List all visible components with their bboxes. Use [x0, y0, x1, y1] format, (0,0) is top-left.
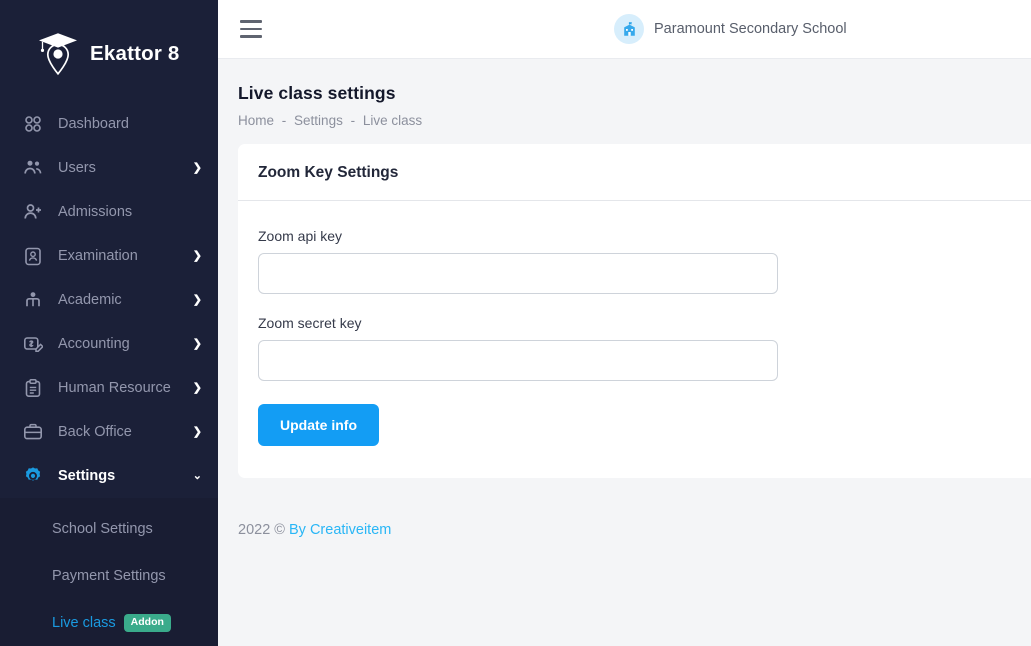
- sidebar-item-academic[interactable]: Academic ❯: [0, 278, 218, 322]
- submenu-item-label: Payment Settings: [52, 568, 166, 584]
- chevron-right-icon: ❯: [192, 293, 202, 306]
- user-plus-icon: [22, 201, 44, 223]
- submenu-item-label: School Settings: [52, 521, 153, 537]
- sidebar-item-label: Human Resource: [58, 380, 171, 396]
- submenu-item-label: Live class: [52, 615, 116, 631]
- users-icon: [22, 157, 44, 179]
- breadcrumb-separator: -: [281, 113, 287, 128]
- sidebar: Ekattor 8 Dashboard Users ❯ Admissions E…: [0, 0, 218, 646]
- page-title: Live class settings: [238, 83, 396, 103]
- chevron-right-icon: ❯: [192, 425, 202, 438]
- hamburger-bar: [240, 35, 262, 38]
- sidebar-item-settings[interactable]: Settings ⌄: [0, 454, 218, 498]
- card-title: Zoom Key Settings: [258, 164, 399, 181]
- sidebar-item-accounting[interactable]: Accounting ❯: [0, 322, 218, 366]
- sidebar-item-label: Back Office: [58, 424, 132, 440]
- sidebar-item-label: Users: [58, 160, 96, 176]
- hamburger-bar: [240, 20, 262, 23]
- breadcrumb-item-home[interactable]: Home: [238, 113, 274, 128]
- money-edit-icon: [22, 333, 44, 355]
- sidebar-item-label: Accounting: [58, 336, 130, 352]
- breadcrumb-item-live-class[interactable]: Live class: [363, 113, 422, 128]
- id-card-icon: [22, 245, 44, 267]
- zoom-secret-key-input[interactable]: [258, 340, 778, 381]
- zoom-api-key-input[interactable]: [258, 253, 778, 294]
- footer: 2022 © By Creativeitem: [218, 478, 1031, 538]
- update-info-button[interactable]: Update info: [258, 404, 379, 446]
- submenu-item-school-settings[interactable]: School Settings: [0, 506, 218, 553]
- sidebar-item-dashboard[interactable]: Dashboard: [0, 102, 218, 146]
- chevron-right-icon: ❯: [192, 249, 202, 262]
- zoom-key-settings-card: Zoom Key Settings Zoom api key Zoom secr…: [238, 144, 1031, 478]
- sidebar-item-label: Academic: [58, 292, 122, 308]
- breadcrumb-item-settings[interactable]: Settings: [294, 113, 343, 128]
- zoom-api-key-label: Zoom api key: [258, 228, 343, 244]
- settings-submenu: School Settings Payment Settings Live cl…: [0, 498, 218, 646]
- sidebar-item-label: Dashboard: [58, 116, 129, 132]
- addon-badge: Addon: [123, 614, 171, 632]
- submenu-item-live-class[interactable]: Live class Addon: [0, 600, 218, 646]
- sidebar-item-users[interactable]: Users ❯: [0, 146, 218, 190]
- sidebar-item-human-resource[interactable]: Human Resource ❯: [0, 366, 218, 410]
- hamburger-icon[interactable]: [240, 20, 262, 38]
- card-header: Zoom Key Settings: [238, 144, 1031, 201]
- chevron-down-icon: ⌄: [192, 469, 202, 482]
- chevron-right-icon: ❯: [192, 337, 202, 350]
- sidebar-item-back-office[interactable]: Back Office ❯: [0, 410, 218, 454]
- clipboard-icon: [22, 377, 44, 399]
- page-header: Live class settings Home - Settings - Li…: [218, 59, 1031, 144]
- sidebar-item-label: Settings: [58, 468, 116, 484]
- sidebar-item-label: Admissions: [58, 204, 133, 220]
- chevron-right-icon: ❯: [192, 381, 202, 394]
- gear-icon: [22, 465, 44, 487]
- sidebar-item-examination[interactable]: Examination ❯: [0, 234, 218, 278]
- hamburger-bar: [240, 27, 262, 31]
- zoom-secret-key-label: Zoom secret key: [258, 315, 362, 331]
- grid-icon: [22, 113, 44, 135]
- school-building-icon: [614, 14, 644, 44]
- sidebar-item-label: Examination: [58, 248, 138, 264]
- app-root: Ekattor 8 Dashboard Users ❯ Admissions E…: [0, 0, 1031, 646]
- graduation-cap-pin-logo-icon: [36, 30, 80, 78]
- brand-logo[interactable]: Ekattor 8: [0, 0, 218, 84]
- school-name: Paramount Secondary School: [654, 21, 847, 37]
- breadcrumb: Home - Settings - Live class: [238, 113, 1031, 128]
- sidebar-nav: Dashboard Users ❯ Admissions Examination…: [0, 84, 218, 646]
- footer-brand-link[interactable]: By Creativeitem: [289, 522, 391, 538]
- briefcase-icon: [22, 421, 44, 443]
- brand-name: Ekattor 8: [90, 42, 180, 65]
- topbar: Paramount Secondary School: [218, 0, 1031, 59]
- breadcrumb-separator: -: [350, 113, 356, 128]
- card-body: Zoom api key Zoom secret key Update info: [238, 201, 1031, 446]
- submenu-item-payment-settings[interactable]: Payment Settings: [0, 553, 218, 600]
- main-content: Paramount Secondary School Live class se…: [218, 0, 1031, 646]
- sidebar-item-admissions[interactable]: Admissions: [0, 190, 218, 234]
- person-desk-icon: [22, 289, 44, 311]
- chevron-right-icon: ❯: [192, 161, 202, 174]
- footer-copyright: 2022 ©: [238, 522, 285, 538]
- school-selector[interactable]: Paramount Secondary School: [614, 14, 847, 44]
